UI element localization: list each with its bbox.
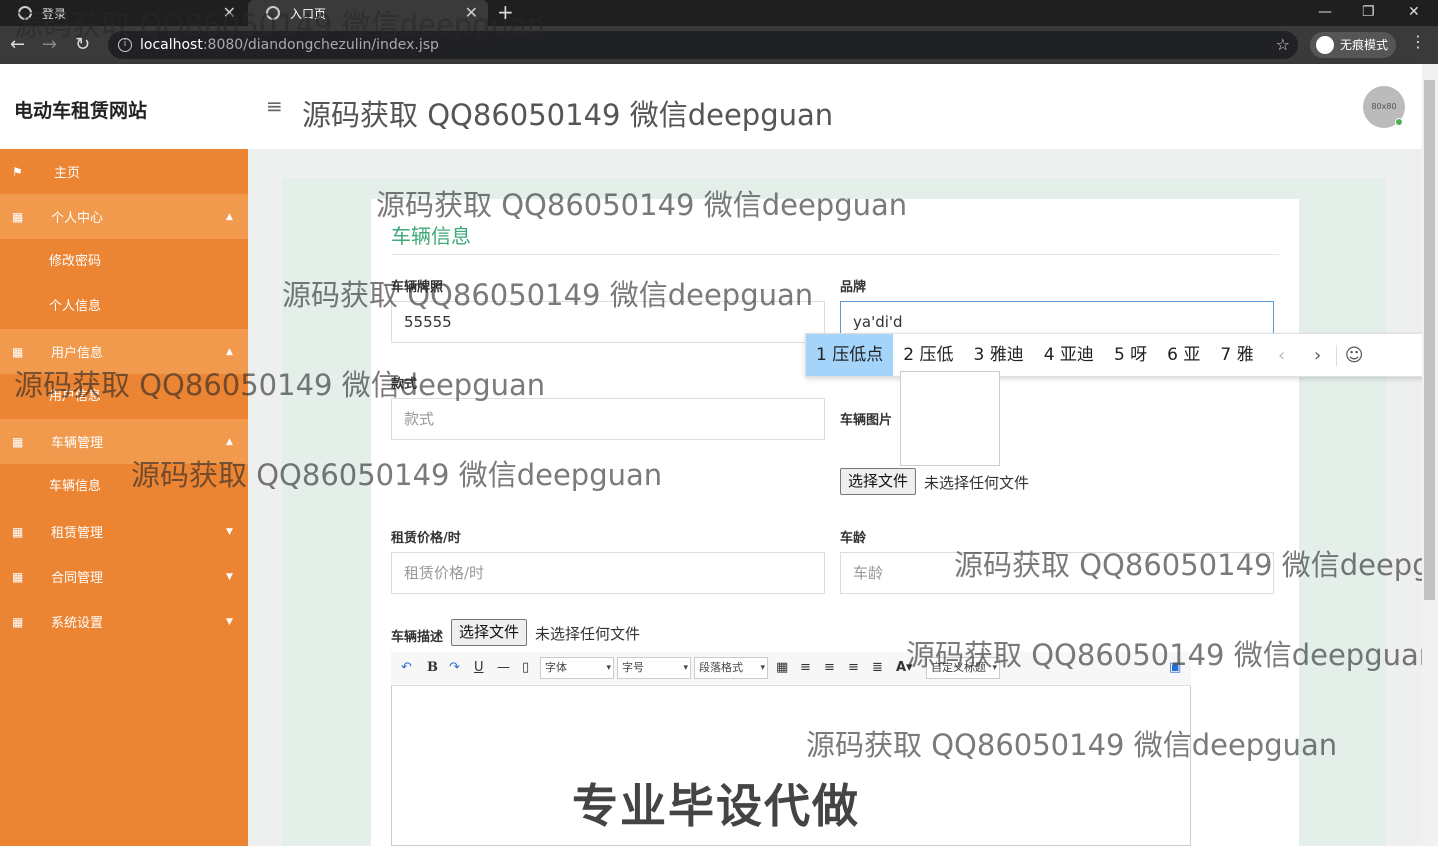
- horizontal-rule-icon[interactable]: —: [497, 660, 510, 675]
- hamburger-menu-icon[interactable]: ≡: [266, 94, 283, 118]
- avatar[interactable]: 80x80: [1363, 86, 1405, 128]
- bookmark-star-icon[interactable]: ☆: [1276, 31, 1290, 59]
- bold-icon[interactable]: B: [427, 660, 438, 675]
- sidebar-item-label: 个人中心: [51, 211, 104, 226]
- chevron-down-icon: ▼: [226, 571, 233, 582]
- price-label: 租赁价格/时: [391, 531, 461, 546]
- sidebar-item-label: 车辆管理: [51, 436, 104, 451]
- watermark: 源码获取 QQ86050149 微信deepguan: [282, 278, 814, 312]
- watermark: 源码获取 QQ86050149 微信deepguan: [14, 368, 546, 402]
- undo-icon[interactable]: ↶: [401, 660, 412, 675]
- ime-candidate[interactable]: 7 雅: [1210, 334, 1263, 376]
- page-icon[interactable]: ▯: [522, 660, 529, 675]
- sidebar-item-label: 用户信息: [51, 346, 104, 361]
- chevron-up-icon: ▲: [226, 211, 233, 222]
- sidebar-item-personal-center[interactable]: ▦ 个人中心 ▲: [0, 194, 248, 239]
- header-banner-text: 源码获取 QQ86050149 微信deepguan: [302, 98, 834, 132]
- online-status-dot: [1395, 118, 1403, 126]
- chevron-left-icon[interactable]: ‹: [1264, 345, 1300, 366]
- watermark: 源码获取 QQ86050149 微信deepgu: [954, 548, 1438, 582]
- choose-file-button[interactable]: 选择文件: [451, 619, 528, 646]
- align-center-icon[interactable]: ≡: [824, 660, 835, 675]
- ime-candidate[interactable]: 3 雅迪: [963, 334, 1033, 376]
- sidebar-subitem-change-password[interactable]: 修改密码: [0, 239, 248, 284]
- align-left-icon[interactable]: ≡: [800, 660, 811, 675]
- align-right-icon[interactable]: ≡: [848, 660, 859, 675]
- age-label: 车龄: [840, 531, 867, 546]
- chevron-down-icon: ▼: [226, 616, 233, 627]
- image-label: 车辆图片: [840, 413, 893, 428]
- sidebar-item-home[interactable]: ⚑ 主页: [0, 149, 248, 194]
- grid-icon: ▦: [12, 344, 24, 359]
- underline-icon[interactable]: U: [474, 660, 484, 675]
- scrollbar-thumb[interactable]: [1424, 80, 1435, 600]
- chevron-down-icon: ▼: [226, 526, 233, 537]
- grid-icon: ▦: [12, 614, 24, 629]
- chevron-up-icon: ▲: [226, 346, 233, 357]
- description-label: 车辆描述: [391, 630, 444, 645]
- watermark: 源码获取 QQ86050149 微信deepguan: [131, 458, 663, 492]
- chevron-up-icon: ▲: [226, 436, 233, 447]
- sidebar-item-contract-management[interactable]: ▦ 合同管理 ▼: [0, 554, 248, 599]
- watermark: 源码获取 QQ86050149 微信deepguan: [376, 188, 908, 222]
- ime-candidate[interactable]: 4 亚迪: [1034, 334, 1104, 376]
- table-icon[interactable]: ▦: [776, 660, 788, 675]
- flag-icon: ⚑: [12, 164, 23, 179]
- divider: [391, 254, 1279, 255]
- sidebar-item-label: 系统设置: [51, 616, 104, 631]
- incognito-label: 无痕模式: [1340, 38, 1389, 52]
- ime-candidate[interactable]: 1 压低点: [806, 334, 894, 376]
- choose-file-button[interactable]: 选择文件: [840, 468, 917, 495]
- price-input[interactable]: 租赁价格/时: [391, 552, 825, 594]
- grid-icon: ▦: [12, 569, 24, 584]
- watermark: 源码获取 QQ86050149 微信deepguan: [806, 728, 1338, 762]
- close-window-button[interactable]: ✕: [1408, 0, 1420, 26]
- font-select[interactable]: 字体: [540, 657, 614, 679]
- ime-candidate[interactable]: 2 压低: [893, 334, 963, 376]
- promo-stamp: 专业毕设代做: [572, 779, 860, 833]
- file-status-text: 未选择任何文件: [924, 474, 1030, 492]
- avatar-text: 80x80: [1371, 102, 1397, 111]
- chevron-right-icon[interactable]: ›: [1300, 345, 1336, 366]
- watermark: 源码获取 QQ86050149 微信deepguan: [14, 8, 546, 42]
- incognito-icon: [1316, 36, 1334, 54]
- align-justify-icon[interactable]: ≣: [872, 660, 883, 675]
- sidebar-item-system-settings[interactable]: ▦ 系统设置 ▼: [0, 599, 248, 644]
- redo-icon[interactable]: ↷: [449, 660, 460, 675]
- sidebar-subitem-personal-info[interactable]: 个人信息: [0, 284, 248, 329]
- grid-icon: ▦: [12, 209, 24, 224]
- browser-menu-icon[interactable]: ⋮: [1410, 32, 1426, 51]
- brand-label: 品牌: [840, 280, 867, 295]
- sidebar-item-label: 租赁管理: [51, 526, 104, 541]
- emoji-icon[interactable]: ☺: [1335, 344, 1372, 366]
- sidebar-item-label: 主页: [54, 166, 81, 181]
- restore-button[interactable]: ❐: [1362, 0, 1375, 26]
- paragraph-select[interactable]: 段落格式: [694, 657, 768, 679]
- minimize-button[interactable]: —: [1318, 0, 1332, 26]
- watermark: 源码获取 QQ86050149 微信deepguan: [906, 638, 1438, 672]
- file-status-text: 未选择任何文件: [535, 625, 641, 643]
- size-select[interactable]: 字号: [617, 657, 691, 679]
- form-title: 车辆信息: [391, 224, 471, 248]
- vehicle-image-placeholder: [900, 371, 1000, 466]
- app-header: 电动车租赁网站 ≡ 源码获取 QQ86050149 微信deepguan 80x…: [0, 64, 1422, 149]
- sidebar-item-label: 合同管理: [51, 571, 104, 586]
- site-brand: 电动车租赁网站: [14, 100, 148, 122]
- grid-icon: ▦: [12, 524, 24, 539]
- brand-input[interactable]: ya'di'd: [840, 301, 1274, 334]
- ime-candidate[interactable]: 6 亚: [1157, 334, 1210, 376]
- ime-candidate[interactable]: 5 呀: [1104, 334, 1157, 376]
- style-input[interactable]: 款式: [391, 398, 825, 440]
- grid-icon: ▦: [12, 434, 24, 449]
- sidebar-item-rental-management[interactable]: ▦ 租赁管理 ▼: [0, 509, 248, 554]
- incognito-badge[interactable]: 无痕模式: [1310, 32, 1397, 58]
